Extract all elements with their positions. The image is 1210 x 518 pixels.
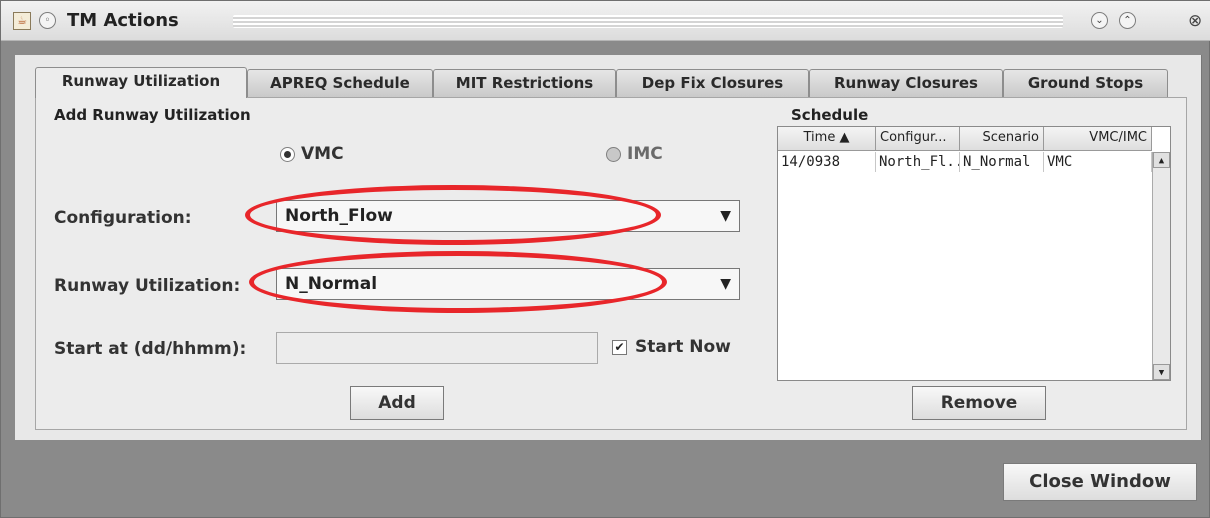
title-bar: ☕ ◦ TM Actions ⌄ ⌃ ⊗: [1, 1, 1210, 41]
vmc-radio[interactable]: VMC: [280, 144, 344, 164]
remove-button[interactable]: Remove: [912, 386, 1046, 420]
scroll-up-icon[interactable]: ▲: [1153, 152, 1170, 168]
start-now-label: Start Now: [635, 337, 731, 357]
column-header-time[interactable]: Time ▲: [778, 127, 876, 151]
java-app-icon: ☕: [13, 12, 31, 30]
runway-utilization-panel: Add Runway Utilization VMC IMC Configura…: [35, 97, 1187, 430]
tab-ground-stops[interactable]: Ground Stops: [1003, 69, 1168, 97]
add-button[interactable]: Add: [350, 386, 444, 420]
radio-selected-icon: [280, 146, 295, 162]
schedule-table: Time ▲ Configur... Scenario VMC/IMC 14/0…: [777, 126, 1171, 381]
title-bar-grip[interactable]: [233, 15, 1063, 28]
start-at-input[interactable]: [276, 332, 598, 364]
cell-configuration: North_Fl...: [876, 152, 960, 172]
column-header-scenario[interactable]: Scenario: [960, 127, 1044, 151]
tab-runway-utilization[interactable]: Runway Utilization: [35, 67, 247, 98]
add-runway-utilization-title: Add Runway Utilization: [54, 106, 251, 124]
checkbox-checked-icon: ✔: [612, 339, 627, 355]
tab-runway-closures[interactable]: Runway Closures: [809, 69, 1003, 97]
dropdown-arrow-icon: ▼: [720, 276, 731, 292]
imc-radio[interactable]: IMC: [606, 144, 663, 164]
scroll-down-icon[interactable]: ▼: [1153, 364, 1170, 380]
radio-disabled-icon: [606, 146, 621, 162]
column-header-configuration[interactable]: Configur...: [876, 127, 960, 151]
tab-dep-fix-closures[interactable]: Dep Fix Closures: [616, 69, 809, 97]
schedule-scrollbar[interactable]: ▲ ▼: [1152, 152, 1170, 380]
configuration-label: Configuration:: [54, 208, 192, 228]
runway-utilization-label: Runway Utilization:: [54, 276, 241, 296]
close-window-button[interactable]: Close Window: [1003, 463, 1197, 501]
window-title: TM Actions: [67, 10, 179, 31]
tab-apreq-schedule[interactable]: APREQ Schedule: [247, 69, 433, 97]
cell-time: 14/0938: [778, 152, 876, 172]
column-header-vmc-imc[interactable]: VMC/IMC: [1044, 127, 1152, 151]
minimize-icon[interactable]: ⌄: [1091, 12, 1108, 29]
schedule-table-header: Time ▲ Configur... Scenario VMC/IMC: [778, 127, 1152, 151]
cell-vmc-imc: VMC: [1044, 152, 1152, 172]
schedule-title: Schedule: [791, 106, 869, 124]
maximize-icon[interactable]: ⌃: [1119, 12, 1136, 29]
start-now-checkbox[interactable]: ✔ Start Now: [612, 337, 731, 357]
configuration-dropdown[interactable]: North_Flow ▼: [276, 200, 740, 232]
main-panel: Runway Utilization APREQ Schedule MIT Re…: [15, 55, 1202, 440]
configuration-value: North_Flow: [285, 206, 393, 226]
table-row[interactable]: 14/0938 North_Fl... N_Normal VMC: [778, 152, 1152, 172]
tm-actions-window: ☕ ◦ TM Actions ⌄ ⌃ ⊗ Runway Utilization …: [0, 0, 1210, 518]
tab-mit-restrictions[interactable]: MIT Restrictions: [433, 69, 616, 97]
cell-scenario: N_Normal: [960, 152, 1044, 172]
vmc-radio-label: VMC: [301, 144, 344, 164]
imc-radio-label: IMC: [627, 144, 663, 164]
window-menu-icon[interactable]: ◦: [39, 12, 56, 29]
dropdown-arrow-icon: ▼: [720, 208, 731, 224]
start-at-label: Start at (dd/hhmm):: [54, 339, 247, 359]
close-icon[interactable]: ⊗: [1188, 11, 1202, 31]
runway-utilization-value: N_Normal: [285, 274, 378, 294]
runway-utilization-dropdown[interactable]: N_Normal ▼: [276, 268, 740, 300]
